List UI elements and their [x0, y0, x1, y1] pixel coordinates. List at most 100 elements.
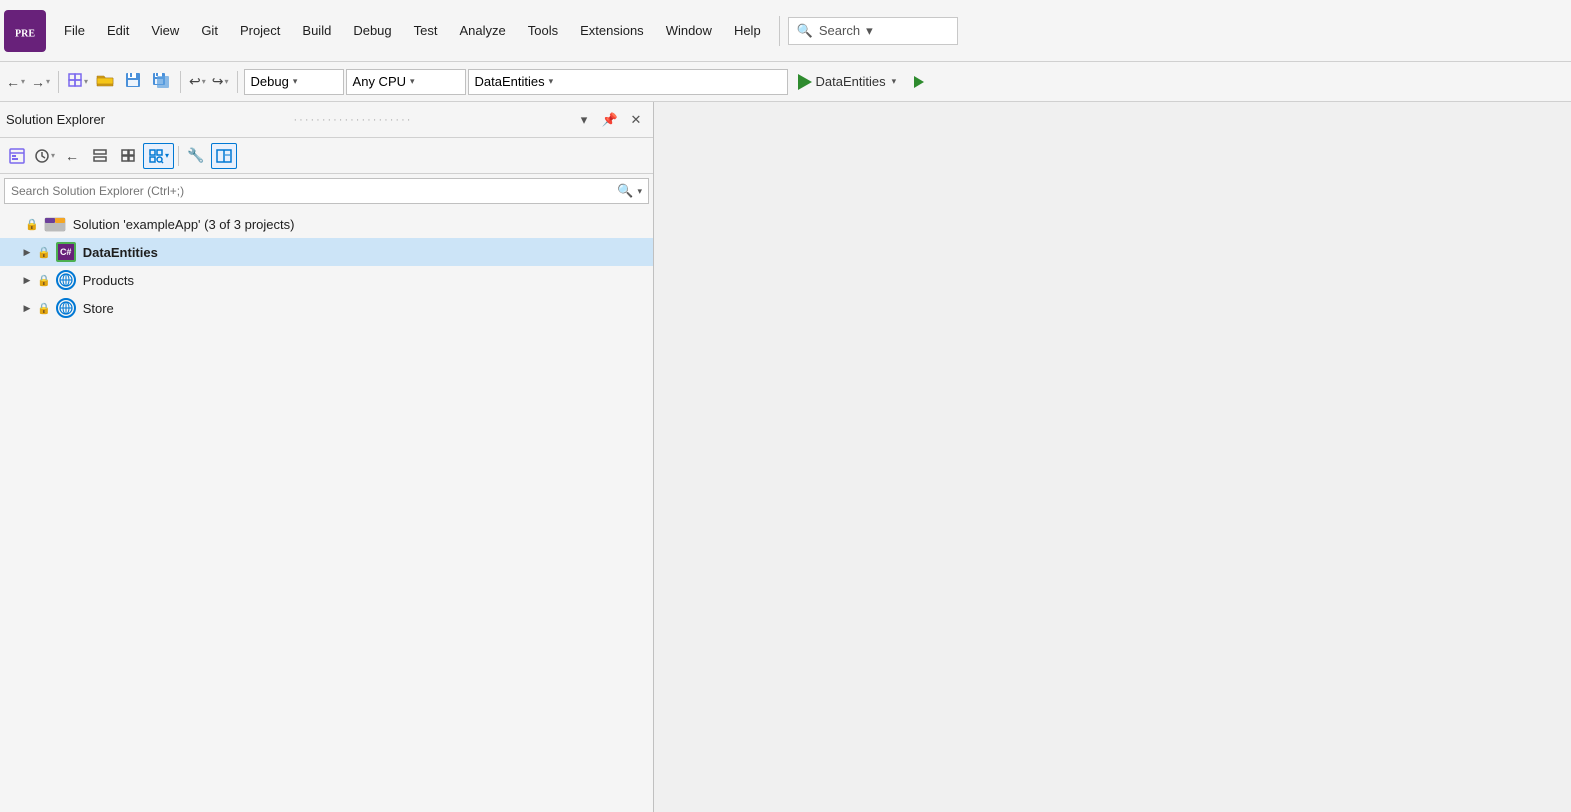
- pending-changes-button[interactable]: [4, 143, 30, 169]
- toggle-view-icon: [92, 148, 108, 164]
- wrench-button[interactable]: 🔧: [183, 143, 209, 169]
- menu-window[interactable]: Window: [656, 19, 722, 42]
- toggle-view-button[interactable]: [87, 143, 113, 169]
- vs-logo-icon: PRE: [4, 10, 46, 52]
- wrench-icon: 🔧: [187, 147, 204, 164]
- sync-button[interactable]: ▾: [65, 69, 90, 95]
- run-small-button[interactable]: [906, 69, 932, 95]
- project-dropdown[interactable]: DataEntities ▾: [468, 69, 788, 95]
- sync-icon: [67, 72, 83, 91]
- save-all-button[interactable]: [148, 69, 174, 95]
- toolbar-sep-1: [58, 71, 59, 93]
- cpu-arrow[interactable]: ▾: [410, 76, 415, 87]
- play-icon: [798, 74, 812, 90]
- menu-items: File Edit View Git Project Build Debug T…: [54, 16, 1567, 46]
- project-store-item[interactable]: 🔒 Store: [0, 294, 653, 322]
- save-all-icon: [152, 72, 170, 91]
- toolbar-sep-2: [180, 71, 181, 93]
- sync-settings-button[interactable]: ▾: [143, 143, 174, 169]
- cpu-dropdown[interactable]: Any CPU ▾: [346, 69, 466, 95]
- menu-build[interactable]: Build: [292, 19, 341, 42]
- back-icon: ←: [6, 74, 20, 90]
- store-expand-arrow[interactable]: [20, 301, 34, 315]
- project-label: DataEntities: [475, 74, 545, 89]
- debug-config-arrow[interactable]: ▾: [293, 76, 298, 87]
- global-search-box[interactable]: 🔍 Search ▾: [788, 17, 958, 45]
- menu-debug[interactable]: Debug: [343, 19, 401, 42]
- menu-help[interactable]: Help: [724, 19, 771, 42]
- pin-down-button[interactable]: ▾: [573, 109, 595, 131]
- preview-button[interactable]: [115, 143, 141, 169]
- project-arrow[interactable]: ▾: [549, 76, 554, 87]
- undo-icon: ↩: [189, 73, 201, 90]
- split-view-button[interactable]: [211, 143, 237, 169]
- history-icon: [34, 148, 50, 164]
- products-expand-arrow[interactable]: [20, 273, 34, 287]
- menu-git[interactable]: Git: [191, 19, 228, 42]
- search-icon: 🔍: [797, 23, 813, 39]
- forward-button[interactable]: → ▾: [29, 69, 52, 95]
- dataentities-lock-icon: 🔒: [37, 246, 51, 259]
- redo-icon: ↪: [212, 73, 224, 90]
- search-dropdown-arrow[interactable]: ▾: [637, 186, 642, 197]
- solution-root-item[interactable]: 🔒 Solution 'exampleApp' (3 of 3 projects…: [0, 210, 653, 238]
- menu-bar: PRE File Edit View Git Project Build Deb…: [0, 0, 1571, 62]
- solution-icon: [44, 214, 66, 235]
- search-icon: 🔍: [617, 183, 633, 199]
- solution-explorer-toolbar: ▾ ←: [0, 138, 653, 174]
- debug-configuration-dropdown[interactable]: Debug ▾: [244, 69, 344, 95]
- back-se-icon: ←: [65, 148, 79, 164]
- products-label: Products: [83, 273, 134, 288]
- solution-explorer-title-bar: Solution Explorer ····················· …: [0, 102, 653, 138]
- project-dataentities-item[interactable]: 🔒 C# DataEntities: [0, 238, 653, 266]
- back-button[interactable]: ← ▾: [4, 69, 27, 95]
- back-arrow[interactable]: ▾: [21, 77, 25, 86]
- debug-config-label: Debug: [251, 74, 289, 89]
- save-button[interactable]: [120, 69, 146, 95]
- main-content-area: [654, 102, 1571, 812]
- menu-edit[interactable]: Edit: [97, 19, 139, 42]
- menu-view[interactable]: View: [141, 19, 189, 42]
- solution-explorer-title: Solution Explorer: [6, 112, 286, 127]
- menu-tools[interactable]: Tools: [518, 19, 568, 42]
- dataentities-expand-arrow[interactable]: [20, 245, 34, 259]
- svg-text:PRE: PRE: [15, 28, 35, 39]
- store-web-icon: [56, 298, 76, 318]
- store-lock-icon: 🔒: [37, 302, 51, 315]
- run-arrow[interactable]: ▾: [892, 76, 897, 87]
- run-button[interactable]: DataEntities ▾: [790, 69, 905, 95]
- menu-project[interactable]: Project: [230, 19, 290, 42]
- redo-button[interactable]: ↪ ▾: [210, 69, 231, 95]
- search-label: Search: [819, 23, 860, 38]
- back-se-button[interactable]: ←: [59, 143, 85, 169]
- play-small-icon: [914, 76, 924, 88]
- forward-icon: →: [31, 74, 45, 90]
- auto-hide-button[interactable]: 📌: [599, 109, 621, 131]
- preview-icon: [120, 148, 136, 164]
- se-toolbar-sep: [178, 146, 179, 166]
- history-button[interactable]: ▾: [32, 143, 57, 169]
- forward-arrow[interactable]: ▾: [46, 77, 50, 86]
- main-area: Solution Explorer ····················· …: [0, 102, 1571, 812]
- project-products-item[interactable]: 🔒 Products: [0, 266, 653, 294]
- open-folder-button[interactable]: [92, 69, 118, 95]
- solution-explorer-search-input[interactable]: [11, 184, 613, 198]
- folder-icon: [96, 72, 114, 91]
- solution-lock-icon: 🔒: [25, 218, 39, 231]
- dataentities-cs-icon: C#: [56, 242, 76, 262]
- close-panel-button[interactable]: ✕: [625, 109, 647, 131]
- main-toolbar: ← ▾ → ▾ ▾: [0, 62, 1571, 102]
- search-dropdown-arrow[interactable]: ▾: [866, 23, 873, 39]
- menu-analyze[interactable]: Analyze: [449, 19, 515, 42]
- solution-explorer-tree: 🔒 Solution 'exampleApp' (3 of 3 projects…: [0, 208, 653, 812]
- store-label: Store: [83, 301, 114, 316]
- menu-file[interactable]: File: [54, 19, 95, 42]
- split-view-icon: [216, 148, 232, 164]
- sync-settings-icon: [148, 148, 164, 164]
- menu-extensions[interactable]: Extensions: [570, 19, 654, 42]
- solution-explorer-panel: Solution Explorer ····················· …: [0, 102, 654, 812]
- undo-button[interactable]: ↩ ▾: [187, 69, 208, 95]
- menu-test[interactable]: Test: [404, 19, 448, 42]
- toolbar-sep-3: [237, 71, 238, 93]
- solution-explorer-search[interactable]: 🔍 ▾: [4, 178, 649, 204]
